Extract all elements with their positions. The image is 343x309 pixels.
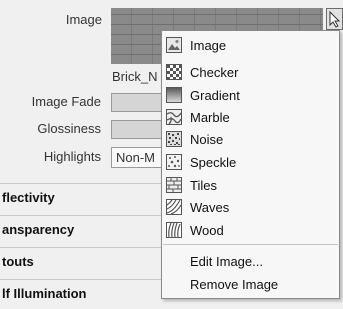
menu-item-label: Checker <box>190 65 239 80</box>
section-self-illumination[interactable]: lf Illumination <box>0 279 165 305</box>
texture-type-menu: Image Checker Gradient Marble Noise Spec… <box>161 30 340 299</box>
menu-item-tiles[interactable]: Tiles <box>163 174 338 196</box>
glossiness-label: Glossiness <box>37 121 101 136</box>
section-reflectivity[interactable]: flectivity <box>0 183 165 209</box>
speckle-icon <box>166 154 182 170</box>
menu-item-image[interactable]: Image <box>163 34 338 56</box>
image-filename: Brick_N <box>112 69 158 84</box>
image-property-label: Image <box>65 12 102 27</box>
gradient-icon <box>166 87 182 103</box>
menu-item-wood[interactable]: Wood <box>163 219 338 241</box>
menu-item-gradient[interactable]: Gradient <box>163 84 338 106</box>
menu-item-label: Image <box>190 38 227 53</box>
tiles-icon <box>166 177 182 193</box>
menu-separator <box>163 244 338 245</box>
noise-icon <box>166 131 182 147</box>
menu-item-label: Wood <box>190 223 224 238</box>
menu-item-remove-image[interactable]: Remove Image <box>163 273 338 295</box>
menu-item-label: Tiles <box>190 178 217 193</box>
menu-item-label: Speckle <box>190 155 237 170</box>
texture-picker-button[interactable] <box>326 8 343 30</box>
waves-icon <box>166 199 182 215</box>
menu-item-speckle[interactable]: Speckle <box>163 151 338 173</box>
highlights-label: Highlights <box>43 149 101 164</box>
menu-item-label: Waves <box>190 200 230 215</box>
checker-icon <box>166 64 182 80</box>
wood-icon <box>166 222 182 238</box>
menu-item-label: Remove Image <box>190 277 279 292</box>
menu-item-noise[interactable]: Noise <box>163 128 338 150</box>
menu-item-marble[interactable]: Marble <box>163 106 338 128</box>
menu-item-label: Gradient <box>190 88 240 103</box>
image-icon <box>166 37 182 53</box>
menu-item-label: Noise <box>190 132 224 147</box>
menu-item-waves[interactable]: Waves <box>163 196 338 218</box>
menu-item-checker[interactable]: Checker <box>163 61 338 83</box>
menu-item-edit-image[interactable]: Edit Image... <box>163 250 338 272</box>
section-transparency[interactable]: ansparency <box>0 215 165 241</box>
marble-icon <box>166 109 182 125</box>
section-cutouts[interactable]: touts <box>0 247 165 273</box>
menu-item-label: Marble <box>190 110 230 125</box>
image-fade-label: Image Fade <box>31 94 101 109</box>
menu-item-label: Edit Image... <box>190 254 263 269</box>
cursor-icon <box>329 11 341 28</box>
